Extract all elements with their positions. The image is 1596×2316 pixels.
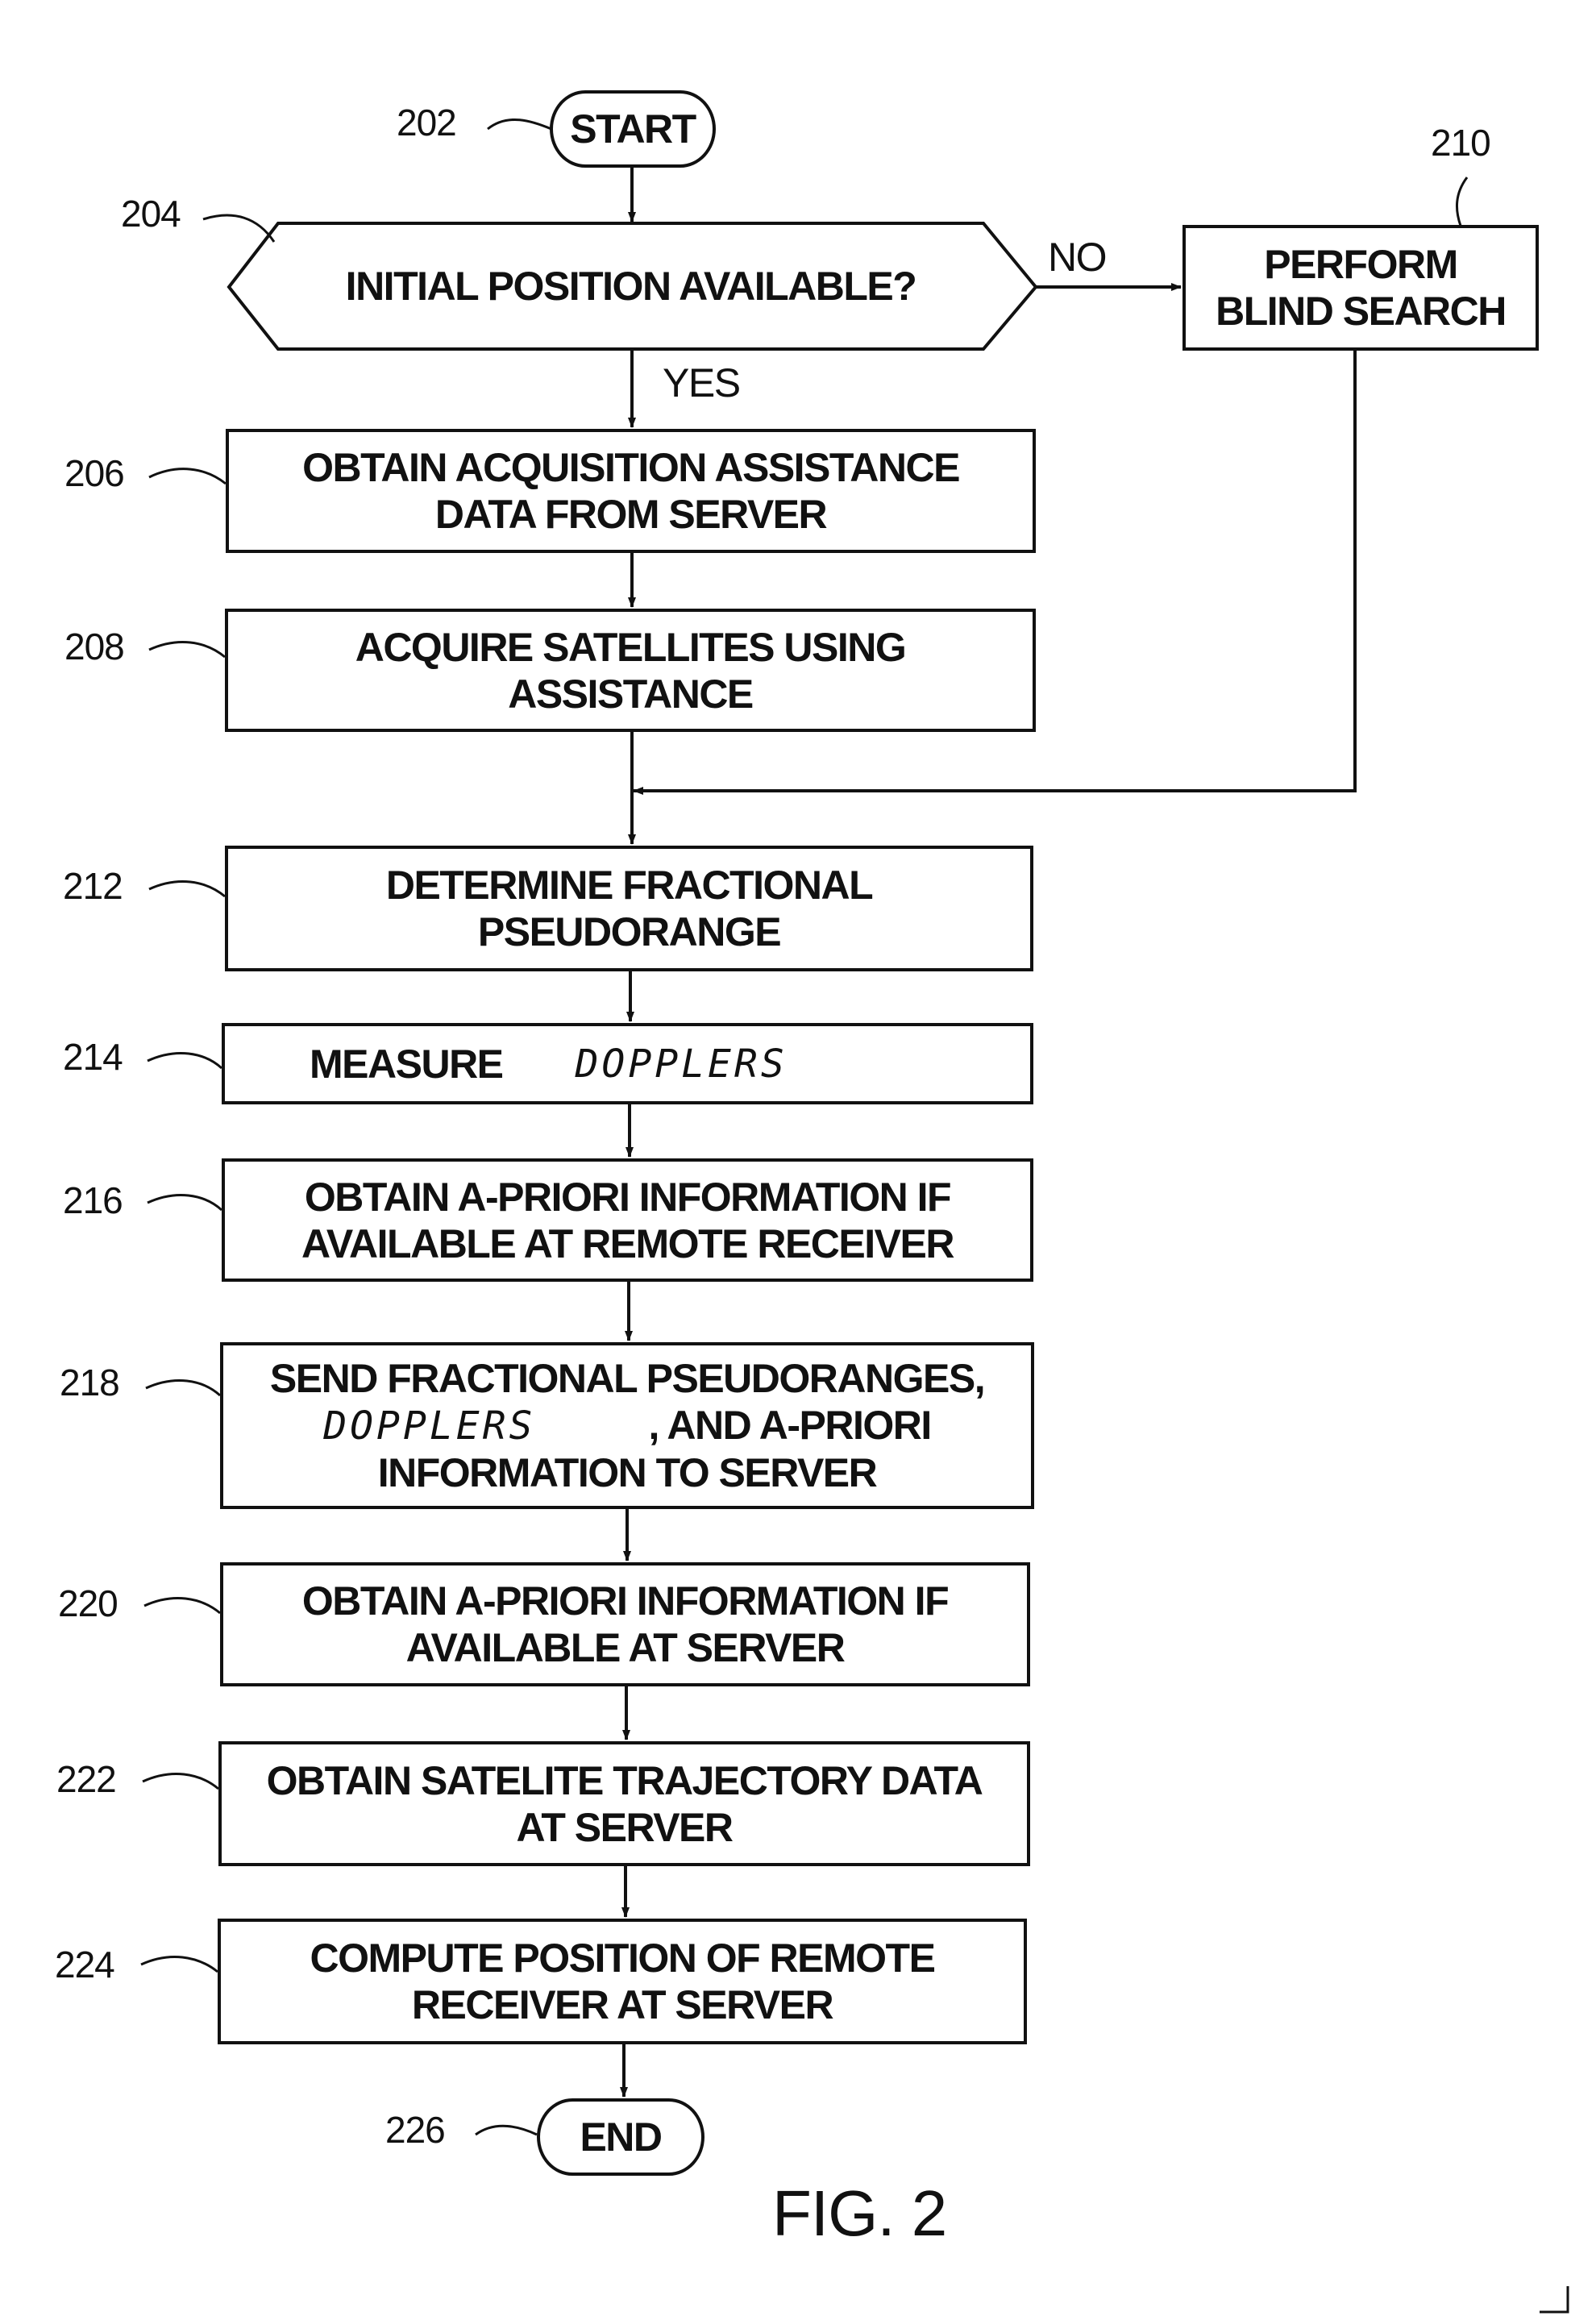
apriori-receiver-box: OBTAIN A-PRIORI INFORMATION IF AVAILABLE… [222,1158,1033,1282]
send-to-server-handwritten: DOPPLERS [323,1403,536,1449]
decision-no-label: NO [1048,235,1108,280]
acquire-satellites-line2: ASSISTANCE [508,671,754,717]
apriori-server-line1: OBTAIN A-PRIORI INFORMATION IF [301,1578,950,1624]
fractional-pseudorange-line1: DETERMINE FRACTIONAL [385,863,874,908]
send-to-server-line2: DOPPLERS , AND A-PRIORI [270,1402,984,1449]
send-to-server-line3: INFORMATION TO SERVER [377,1450,878,1495]
ref-212: 212 [63,865,123,907]
blind-search-line2: BLIND SEARCH [1216,289,1507,334]
ref-210: 210 [1431,122,1491,164]
obtain-assistance-line1: OBTAIN ACQUISITION ASSISTANCE [302,445,960,490]
leader-218 [145,1379,222,1397]
leader-204 [202,214,276,243]
ref-218: 218 [60,1362,120,1403]
send-to-server-box: SEND FRACTIONAL PSEUDORANGES, DOPPLERS , … [220,1342,1034,1509]
leader-206 [148,468,227,485]
ref-204: 204 [121,193,181,235]
trajectory-line1: OBTAIN SATELITE TRAJECTORY DATA [266,1757,983,1803]
ref-202: 202 [397,102,457,143]
leader-220 [143,1597,221,1615]
leader-210 [1456,177,1469,227]
leader-222 [142,1773,219,1790]
leader-208 [148,641,226,659]
measure-box: MEASURE DOPPLERS [222,1023,1033,1104]
apriori-receiver-line1: OBTAIN A-PRIORI INFORMATION IF [304,1174,952,1220]
ref-222: 222 [56,1758,117,1800]
obtain-assistance-box: OBTAIN ACQUISITION ASSISTANCE DATA FROM … [226,429,1036,553]
send-to-server-line2-rest: , AND A-PRIORI [648,1403,932,1448]
leader-202 [487,118,552,131]
apriori-receiver-line2: AVAILABLE AT REMOTE RECEIVER [301,1220,954,1266]
leader-226 [475,2124,538,2136]
figure-caption: FIG. 2 [772,2177,947,2249]
blind-search-line1: PERFORM [1264,242,1458,287]
leader-216 [147,1194,223,1212]
ref-220: 220 [58,1582,118,1624]
leader-214 [147,1052,223,1070]
corner-mark [1540,2286,1569,2314]
fractional-pseudorange-box: DETERMINE FRACTIONAL PSEUDORANGE [225,846,1033,971]
acquire-satellites-line1: ACQUIRE SATELLITES USING [355,624,907,670]
measure-text: MEASURE [310,1041,504,1087]
apriori-server-box: OBTAIN A-PRIORI INFORMATION IF AVAILABLE… [220,1562,1030,1686]
acquire-satellites-box: ACQUIRE SATELLITES USING ASSISTANCE [225,609,1036,732]
decision-yes-label: YES [663,360,741,405]
ref-224: 224 [55,1944,115,1985]
flowchart: START 202 INITIAL POSITION AVAILABLE? 20… [0,0,1596,2316]
compute-position-box: COMPUTE POSITION OF REMOTE RECEIVER AT S… [218,1919,1027,2044]
fractional-pseudorange-line2: PSEUDORANGE [477,909,782,954]
measure-handwritten: DOPPLERS [575,1041,788,1087]
blind-search-box: PERFORM BLIND SEARCH [1182,225,1539,351]
obtain-assistance-line2: DATA FROM SERVER [434,492,828,537]
send-to-server-line1: SEND FRACTIONAL PSEUDORANGES, [269,1356,986,1401]
trajectory-box: OBTAIN SATELITE TRAJECTORY DATA AT SERVE… [218,1741,1030,1866]
leader-224 [140,1956,218,1973]
decision-text: INITIAL POSITION AVAILABLE? [345,264,917,309]
ref-214: 214 [63,1036,123,1078]
ref-206: 206 [64,452,125,494]
compute-position-line1: COMPUTE POSITION OF REMOTE [310,1936,936,1981]
compute-position-line2: RECEIVER AT SERVER [411,1982,834,2027]
apriori-server-line2: AVAILABLE AT SERVER [405,1625,846,1670]
ref-226: 226 [385,2109,446,2151]
leader-212 [148,880,226,898]
ref-208: 208 [64,626,125,667]
trajectory-line2: AT SERVER [516,1804,734,1850]
ref-216: 216 [63,1179,123,1221]
end-terminal: END [537,2098,704,2176]
start-terminal: START [550,90,716,168]
